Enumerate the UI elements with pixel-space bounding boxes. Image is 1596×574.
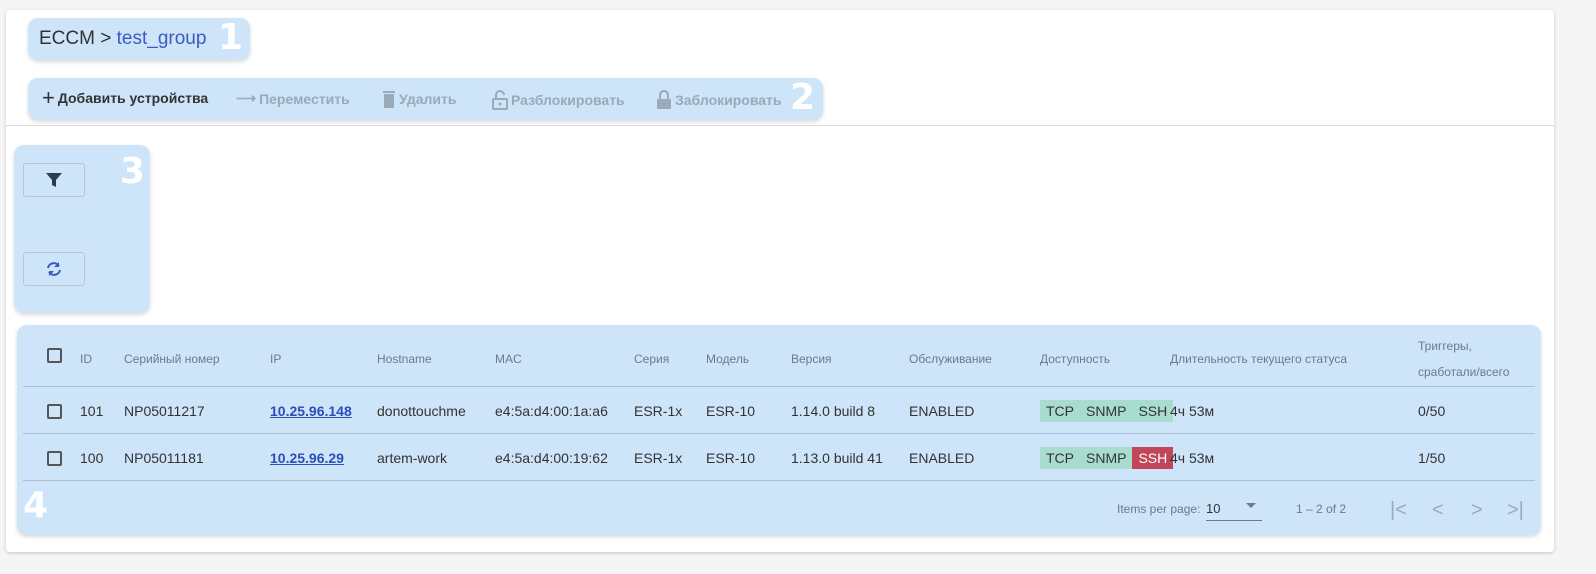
annotation-4: 4 [23, 485, 49, 526]
filter-button[interactable] [23, 163, 85, 197]
items-per-page-label: Items per page: [1117, 502, 1201, 516]
next-page-button[interactable]: > [1471, 499, 1483, 522]
availability-badges: TCP SNMP SSH [1040, 400, 1174, 422]
header-serial[interactable]: Серийный номер [124, 352, 220, 366]
cell-service: ENABLED [909, 450, 975, 466]
table-row[interactable]: 101 NP05011217 10.25.96.148 donottouchme… [23, 387, 1535, 434]
plus-icon: + [42, 85, 55, 110]
page-size-select[interactable]: 10 [1206, 495, 1262, 521]
cell-model: ESR-10 [706, 403, 756, 419]
availability-badges: TCP SNMP SSH [1040, 447, 1174, 469]
add-label: Добавить устройства [57, 90, 209, 106]
header-series[interactable]: Серия [634, 352, 669, 366]
cell-duration: 4ч 53м [1170, 403, 1215, 419]
header-ip[interactable]: IP [270, 352, 281, 366]
refresh-button[interactable] [23, 252, 85, 286]
lock-icon [657, 90, 671, 109]
table-header: ID Серийный номер IP Hostname MAC Серия … [23, 330, 1535, 387]
header-id[interactable]: ID [80, 352, 92, 366]
cell-id: 100 [80, 450, 104, 466]
add-devices-button[interactable]: + Добавить устройства [42, 85, 209, 110]
cell-version: 1.13.0 build 41 [791, 450, 883, 466]
annotation-3: 3 [120, 151, 146, 192]
filter-icon [46, 173, 62, 187]
ssh-badge: SSH [1132, 447, 1174, 469]
snmp-badge: SNMP [1080, 447, 1133, 469]
divider [6, 125, 1554, 126]
cell-mac: e4:5a:d4:00:19:62 [495, 450, 608, 466]
ip-link[interactable]: 10.25.96.148 [270, 403, 352, 419]
delete-label: Удалить [399, 91, 457, 107]
dropdown-arrow-icon [1246, 503, 1256, 508]
side-actions: 3 [14, 145, 150, 313]
delete-button[interactable]: Удалить [382, 90, 456, 108]
move-button[interactable]: ⟶ Переместить [236, 90, 350, 107]
breadcrumb: ECCM > test_group 1 [28, 17, 250, 60]
snmp-badge: SNMP [1080, 400, 1133, 422]
arrow-right-icon: ⟶ [236, 90, 257, 106]
cell-hostname: donottouchme [377, 403, 466, 419]
cell-id: 101 [80, 403, 104, 419]
lock-label: Заблокировать [675, 92, 782, 108]
header-triggers-sub: сработали/всего [1418, 365, 1510, 379]
select-all-checkbox[interactable] [47, 348, 62, 363]
page-range: 1 – 2 of 2 [1296, 502, 1347, 516]
lock-button[interactable]: Заблокировать [656, 90, 782, 110]
cell-serial: NP05011181 [124, 450, 204, 466]
row-checkbox[interactable] [47, 404, 62, 419]
trash-icon [383, 91, 395, 108]
breadcrumb-current[interactable]: test_group [117, 28, 207, 49]
header-triggers[interactable]: Триггеры, [1418, 339, 1472, 353]
header-version[interactable]: Версия [791, 352, 832, 366]
cell-mac: e4:5a:d4:00:1a:a6 [495, 403, 608, 419]
cell-series: ESR-1x [634, 403, 683, 419]
annotation-1: 1 [218, 17, 244, 58]
header-model[interactable]: Модель [706, 352, 749, 366]
move-label: Переместить [259, 90, 350, 107]
cell-series: ESR-1x [634, 450, 683, 466]
unlock-label: Разблокировать [511, 92, 625, 108]
tcp-badge: TCP [1040, 400, 1080, 422]
ip-link[interactable]: 10.25.96.29 [270, 450, 344, 466]
ssh-badge: SSH [1132, 400, 1174, 422]
unlock-icon [492, 90, 508, 110]
breadcrumb-separator: > [100, 28, 112, 49]
cell-serial: NP05011217 [124, 403, 205, 419]
table-row[interactable]: 100 NP05011181 10.25.96.29 artem-work e4… [23, 434, 1535, 481]
devices-table: ID Серийный номер IP Hostname MAC Серия … [17, 325, 1541, 535]
cell-service: ENABLED [909, 403, 975, 419]
annotation-2: 2 [790, 77, 816, 118]
header-mac[interactable]: MAC [495, 352, 522, 366]
last-page-button[interactable]: >| [1507, 499, 1524, 522]
cell-triggers: 0/50 [1418, 403, 1446, 419]
first-page-button[interactable]: |< [1390, 499, 1407, 522]
unlock-button[interactable]: Разблокировать [492, 90, 625, 110]
row-checkbox[interactable] [47, 451, 62, 466]
refresh-icon [47, 262, 61, 276]
cell-model: ESR-10 [706, 450, 756, 466]
toolbar: + Добавить устройства ⟶ Переместить Удалит… [28, 77, 823, 120]
cell-version: 1.14.0 build 8 [791, 403, 876, 419]
cell-duration: 4ч 53м [1170, 450, 1215, 466]
cell-triggers: 1/50 [1418, 450, 1446, 466]
page-size-value: 10 [1206, 501, 1221, 516]
breadcrumb-root[interactable]: ECCM [39, 28, 95, 49]
previous-page-button[interactable]: < [1432, 499, 1444, 522]
cell-hostname: artem-work [377, 450, 448, 466]
header-service[interactable]: Обслуживание [909, 352, 992, 366]
header-duration[interactable]: Длительность текущего статуса [1170, 352, 1347, 366]
main-card: ECCM > test_group 1 + Добавить устройства… [6, 10, 1554, 552]
header-availability[interactable]: Доступность [1040, 352, 1110, 366]
header-hostname[interactable]: Hostname [377, 352, 432, 366]
tcp-badge: TCP [1040, 447, 1080, 469]
